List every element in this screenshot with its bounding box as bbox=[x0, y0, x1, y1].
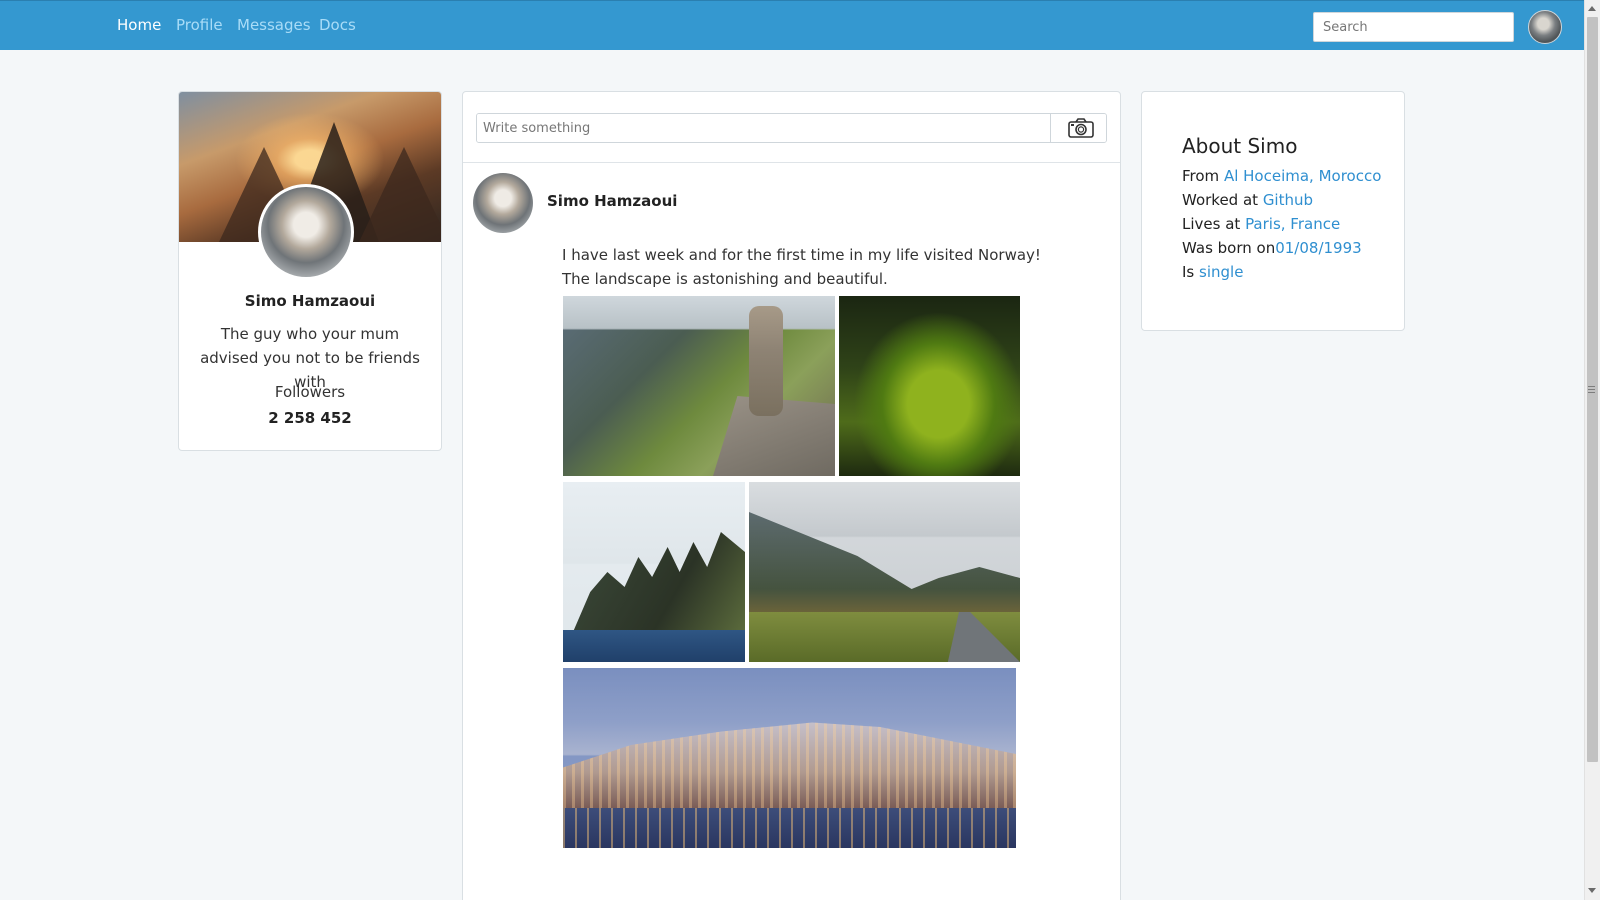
about-worked-label: Worked at bbox=[1182, 191, 1263, 209]
post-photo-valley-road[interactable] bbox=[749, 482, 1020, 662]
feed-card: Simo Hamzaoui I have last week and for t… bbox=[462, 91, 1121, 900]
about-from-link[interactable]: Al Hoceima, Morocco bbox=[1224, 167, 1381, 185]
about-worked-link[interactable]: Github bbox=[1263, 191, 1313, 209]
post-photo-harbor-town[interactable] bbox=[563, 668, 1016, 848]
write-something-input[interactable] bbox=[477, 114, 1050, 142]
post-photo-mountain-cairn[interactable] bbox=[563, 296, 835, 476]
about-status: Is single bbox=[1182, 263, 1243, 281]
about-born: Was born on01/08/1993 bbox=[1182, 239, 1362, 257]
followers-label: Followers bbox=[274, 383, 346, 401]
post-author-name[interactable]: Simo Hamzaoui bbox=[547, 192, 677, 210]
about-born-label: Was born on bbox=[1182, 239, 1276, 257]
scroll-up-arrow-icon[interactable] bbox=[1588, 6, 1596, 11]
scroll-down-arrow-icon[interactable] bbox=[1588, 888, 1596, 893]
about-lives-link[interactable]: Paris, France bbox=[1245, 215, 1340, 233]
nav-home-link[interactable]: Home bbox=[117, 16, 161, 34]
nav-messages-link[interactable]: Messages bbox=[237, 16, 311, 34]
nav-profile-link[interactable]: Profile bbox=[176, 16, 223, 34]
vertical-scrollbar[interactable] bbox=[1584, 0, 1600, 900]
user-avatar[interactable] bbox=[1528, 10, 1562, 44]
about-worked: Worked at Github bbox=[1182, 191, 1313, 209]
about-lives: Lives at Paris, France bbox=[1182, 215, 1340, 233]
about-born-link[interactable]: 01/08/1993 bbox=[1275, 239, 1361, 257]
profile-card: Simo Hamzaoui The guy who your mum advis… bbox=[178, 91, 442, 451]
camera-button[interactable] bbox=[1050, 114, 1106, 142]
profile-name[interactable]: Simo Hamzaoui bbox=[179, 292, 441, 310]
search-input[interactable] bbox=[1313, 12, 1514, 42]
post-author-avatar[interactable] bbox=[473, 173, 533, 233]
about-status-label: Is bbox=[1182, 263, 1200, 281]
scroll-grip-icon bbox=[1588, 386, 1595, 393]
feed-divider bbox=[463, 162, 1120, 163]
about-status-link[interactable]: single bbox=[1199, 263, 1243, 281]
about-from: From Al Hoceima, Morocco bbox=[1182, 167, 1381, 185]
post-composer bbox=[476, 113, 1107, 143]
post-photo-sea-cliffs[interactable] bbox=[563, 482, 745, 662]
followers-count: 2 258 452 bbox=[268, 409, 352, 427]
nav-docs-link[interactable]: Docs bbox=[319, 16, 356, 34]
about-lives-label: Lives at bbox=[1182, 215, 1246, 233]
profile-avatar[interactable] bbox=[258, 184, 354, 280]
post-text: I have last week and for the first time … bbox=[562, 246, 1041, 288]
post-photo-mossy-forest[interactable] bbox=[839, 296, 1020, 476]
about-card: About Simo From Al Hoceima, Morocco Work… bbox=[1141, 91, 1405, 331]
top-navbar: Home Profile Messages Docs bbox=[0, 0, 1584, 50]
about-title: About Simo bbox=[1182, 134, 1298, 158]
about-from-label: From bbox=[1182, 167, 1224, 185]
camera-icon bbox=[1068, 118, 1094, 138]
